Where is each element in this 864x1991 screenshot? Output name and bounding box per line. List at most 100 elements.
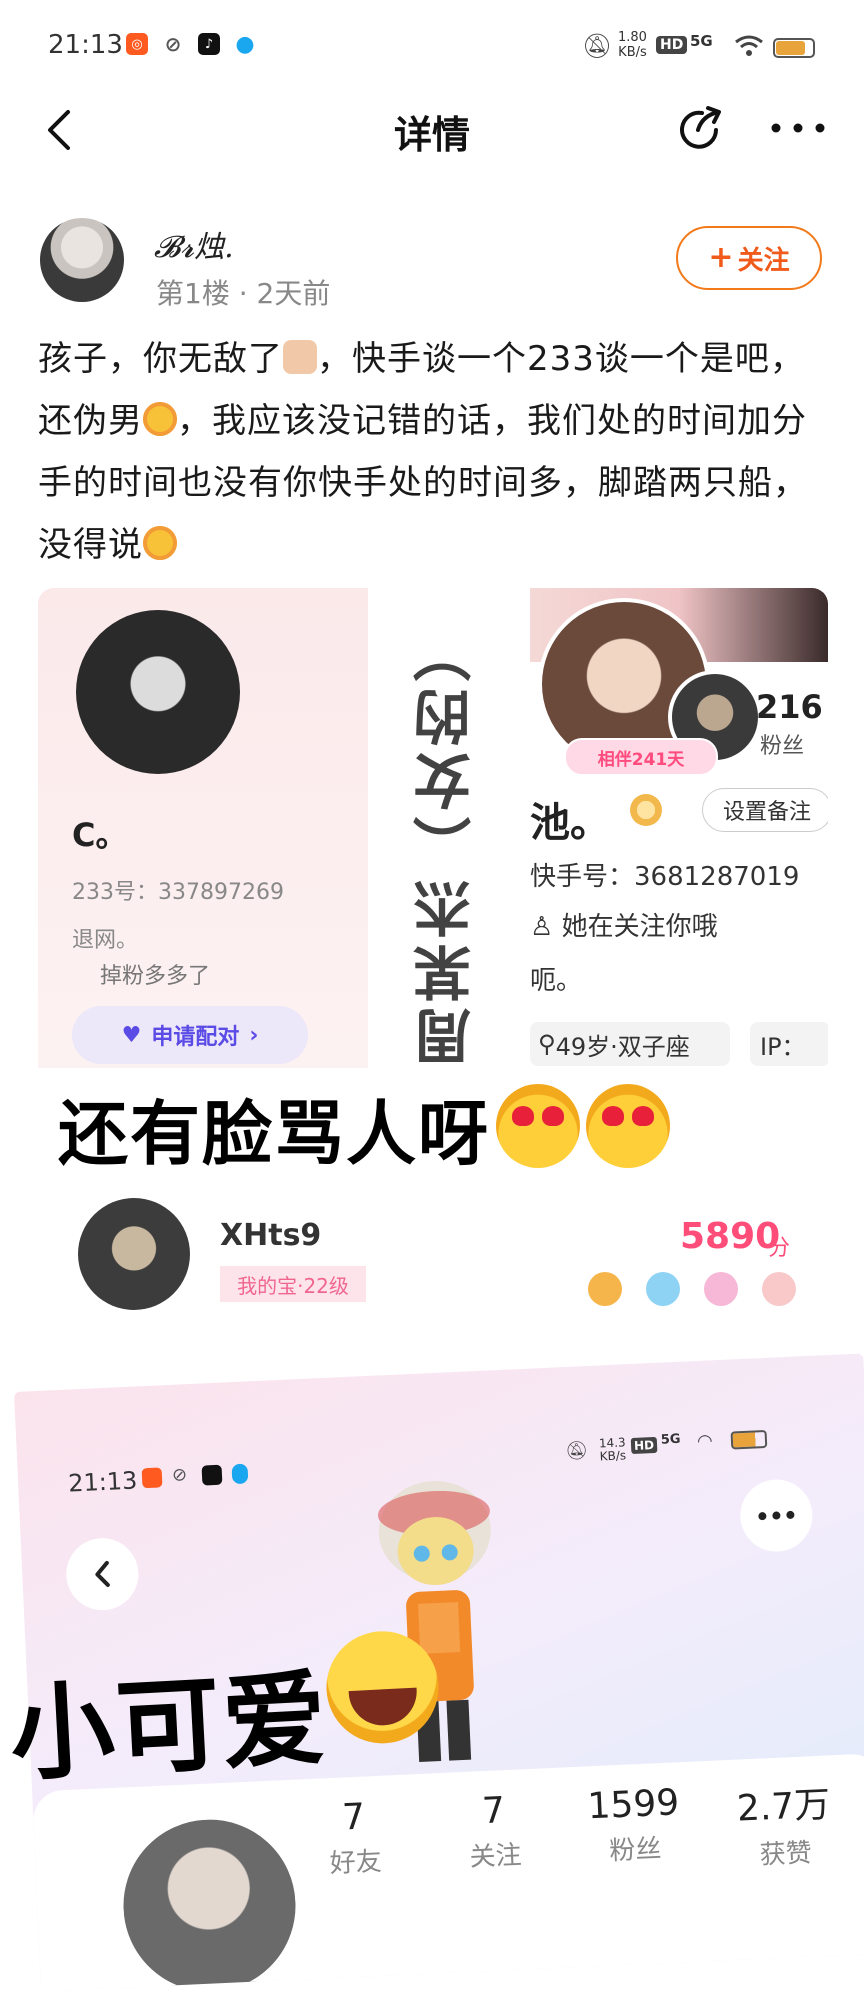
status-time: 21:13 (48, 30, 123, 60)
wifi-icon (735, 35, 763, 56)
overlay-caption-text: 还有脸骂人呀 (58, 1093, 490, 1175)
battery-icon (730, 1429, 768, 1450)
laughing-emoji-icon (323, 1628, 442, 1747)
net-speed-value: 1.80 (618, 30, 647, 45)
stat-label: 关注 (468, 1840, 523, 1873)
set-remark-button: 设置备注 (702, 788, 828, 832)
avatar (76, 610, 240, 774)
heart-eyes-emoji-icon (586, 1084, 670, 1168)
profile-bio: 退网。 (72, 928, 139, 953)
qq-icon (231, 1463, 249, 1485)
gift-icons (588, 1272, 796, 1306)
age-tag: ⚲ 49岁·双子座 (530, 1022, 730, 1066)
follow-label: 关注 (737, 245, 790, 276)
chevron-left-icon (95, 1560, 110, 1587)
profile-nick: 池。 (530, 800, 610, 846)
follows-you-label: 她在关注你哦 (561, 912, 718, 942)
overlay-caption-2: 小可爱 (6, 1627, 443, 1800)
partner-badge: 相伴241天 (564, 738, 718, 776)
net-speed-unit: KB/s (599, 1448, 627, 1464)
stat-label: 粉丝 (608, 1834, 663, 1867)
qq-icon: ● (235, 31, 255, 57)
vertical-caption: 周某杰（女的） (413, 618, 481, 1066)
overlay-caption-text: 小可爱 (7, 1657, 332, 1796)
thumbs-up-emoji-icon (283, 340, 317, 374)
stat-value: 1599 (586, 1782, 681, 1828)
heart-eyes-emoji-icon (496, 1084, 580, 1168)
gift-icon (762, 1272, 796, 1306)
stat-following: 7 关注 (423, 1788, 567, 1876)
post-text-1: 孩子，你无敌了 (38, 339, 283, 379)
signal-icon: 5G (660, 1431, 681, 1448)
signal-icon: 5G (690, 32, 713, 50)
post-image-1[interactable]: C。 233号：337897269 退网。 掉粉多多了 ♥ 申请配对 › 周某杰… (38, 588, 828, 1428)
smiling-hearts-emoji-icon (143, 526, 177, 560)
heart-icon: ♥ (121, 1022, 142, 1048)
author-name[interactable]: 𝓑𝓻烛. (154, 222, 234, 266)
stat-fans: 1599 粉丝 (563, 1781, 707, 1869)
pair-label: 申请配对 (151, 1025, 240, 1050)
post-floor-time: 第1楼 · 2天前 (156, 277, 331, 310)
stat-label: 获赞 (759, 1838, 813, 1871)
gender-icon: ⚲ (538, 1030, 556, 1058)
gift-icon (646, 1272, 680, 1306)
kuaishou-id: 快手号：3681287019 (530, 862, 800, 892)
fans-count: 216 (756, 688, 823, 726)
kuaishou-icon (141, 1467, 163, 1489)
profile-bio-2: 掉粉多多了 (100, 964, 211, 989)
tiktok-icon: ♪ (198, 33, 220, 55)
age-tag-label: 49岁·双子座 (555, 1032, 690, 1061)
friend-avatar (78, 1198, 190, 1310)
gift-icon (588, 1272, 622, 1306)
stat-value: 7 (481, 1790, 506, 1833)
profile-bio: 呃。 (530, 966, 583, 996)
pair-button: ♥ 申请配对 › (72, 1006, 308, 1064)
score-value: 5890 (680, 1216, 781, 1257)
hd-badge: HD (656, 36, 688, 54)
page-title: 详情 (393, 113, 470, 157)
fans-label: 粉丝 (760, 734, 805, 759)
score-unit: 分 (768, 1236, 791, 1261)
net-speed: 1.80 KB/s (618, 30, 647, 60)
smiling-hearts-emoji-icon (143, 402, 177, 436)
stat-value: 2.7万 (736, 1784, 832, 1830)
follow-button[interactable]: + 关注 (676, 226, 822, 290)
tiktok-icon (201, 1464, 223, 1486)
profile-card-right: 相伴241天 216 粉丝 池。 设置备注 快手号：3681287019 ♙ 她… (530, 588, 828, 1068)
link-icon: ⊘ (171, 1464, 188, 1486)
profile-id: 233号：337897269 (72, 880, 284, 905)
friend-level-badge: 我的宝·22级 (220, 1266, 366, 1302)
back-button (64, 1536, 140, 1612)
post-body: 孩子，你无敌了 ，快手谈一个233谈一个是吧，还伪男 ，我应该没记错的话，我们处的时… (38, 328, 828, 576)
mute-icon: 🔕︎ (582, 32, 613, 60)
battery-fill (776, 41, 805, 55)
coin-icon (630, 794, 662, 826)
chevron-right-icon: › (249, 1022, 259, 1048)
mute-icon: 🔕︎ (564, 1440, 589, 1463)
kuaishou-icon: ◎ (126, 33, 148, 55)
stat-friends: 7 好友 (283, 1794, 427, 1882)
stat-likes: 2.7万获赞 (712, 1774, 856, 1873)
profile-card-left: C。 233号：337897269 退网。 掉粉多多了 ♥ 申请配对 › (38, 588, 368, 1068)
person-icon: ♙ (530, 912, 554, 942)
overlay-caption: 还有脸骂人呀 (58, 1078, 670, 1179)
more-button (738, 1477, 814, 1554)
wifi-icon: ◠ (696, 1430, 714, 1453)
net-speed-unit: KB/s (618, 45, 647, 60)
share-icon[interactable] (676, 104, 726, 154)
profile-name: C。 (72, 816, 128, 854)
net-speed: 14.3 KB/s (599, 1435, 627, 1464)
hd-badge: HD (630, 1436, 658, 1455)
gift-icon (704, 1272, 738, 1306)
ip-tag: IP： (750, 1022, 828, 1066)
friend-name: XHts9 (220, 1218, 322, 1253)
author-avatar[interactable] (40, 218, 124, 302)
status-bar: 21:13 ◎ ⊘ ♪ ● 🔕︎ 1.80 KB/s HD 5G (0, 0, 864, 90)
more-icon (758, 1510, 795, 1521)
status-time: 21:13 (67, 1466, 138, 1498)
follows-you-text: ♙ 她在关注你哦 (530, 906, 718, 943)
battery-icon (773, 38, 815, 58)
stat-value: 7 (341, 1796, 367, 1839)
stat-label: 好友 (329, 1846, 383, 1880)
more-icon[interactable] (766, 118, 830, 138)
